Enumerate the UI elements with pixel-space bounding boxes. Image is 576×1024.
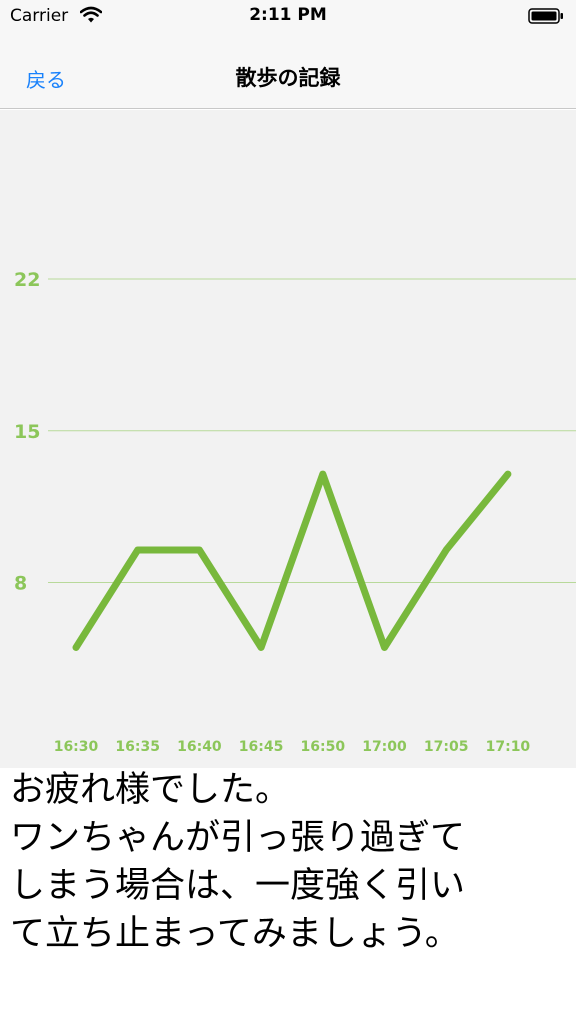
data-point bbox=[197, 548, 201, 552]
navigation-bar: 戻る 散歩の記録 bbox=[0, 40, 576, 109]
y-tick-label: 22 bbox=[14, 269, 40, 291]
x-tick-label: 16:50 bbox=[301, 739, 346, 755]
data-series-line bbox=[72, 470, 512, 651]
line-chart: 8 15 22 16:30 16:35 16:40 16:45 16:50 17:00 17:05… bbox=[14, 269, 576, 755]
x-tick-label: 16:35 bbox=[115, 739, 160, 755]
walk-advice-message: お疲れ様でした。 ワンちゃんが引っ張り過ぎて しまう場合は、一度強く引い て立ち… bbox=[10, 770, 466, 954]
y-tick-label: 8 bbox=[14, 572, 27, 594]
status-bar: Carrier 2:11 PM bbox=[0, 0, 576, 40]
x-tick-label: 16:45 bbox=[239, 739, 284, 755]
data-point bbox=[506, 472, 510, 476]
data-point bbox=[74, 645, 78, 649]
x-tick-label: 16:30 bbox=[54, 739, 99, 755]
x-tick-label: 16:40 bbox=[177, 739, 222, 755]
walk-record-chart: 8 15 22 16:30 16:35 16:40 16:45 16:50 17:00 17:05… bbox=[0, 110, 576, 768]
status-time: 2:11 PM bbox=[249, 5, 327, 25]
y-tick-label: 15 bbox=[14, 421, 40, 443]
page-title: 散歩の記録 bbox=[235, 66, 341, 90]
data-point bbox=[136, 548, 140, 552]
battery-icon bbox=[528, 8, 563, 24]
x-tick-label: 17:05 bbox=[424, 739, 469, 755]
data-point bbox=[321, 472, 325, 476]
x-tick-label: 17:00 bbox=[362, 739, 407, 755]
data-point bbox=[383, 645, 386, 649]
x-tick-label: 17:10 bbox=[486, 739, 531, 755]
data-point bbox=[444, 548, 448, 552]
data-point bbox=[259, 645, 263, 649]
